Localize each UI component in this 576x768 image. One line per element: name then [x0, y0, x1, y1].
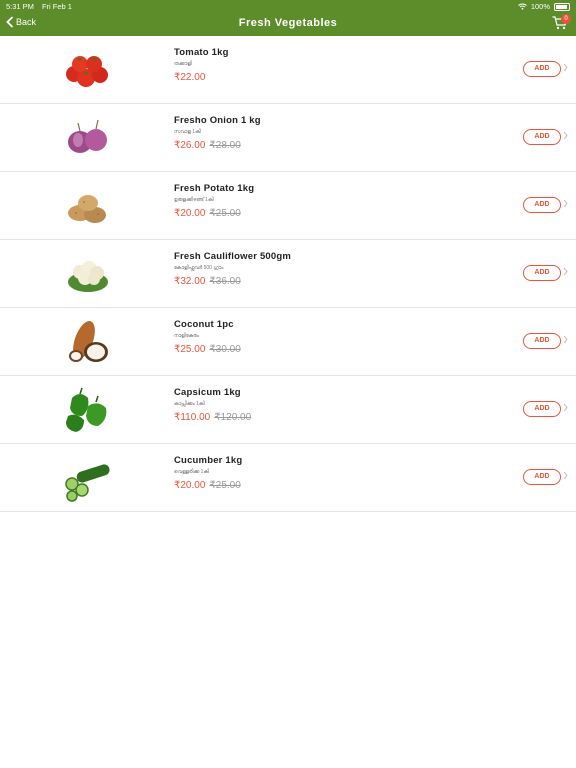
- status-bar-left: 5:31 PM Fri Feb 1: [6, 2, 72, 11]
- mrp-value: ₹28.00: [209, 140, 241, 151]
- cauliflower-image: [68, 261, 108, 292]
- product-row-coconut[interactable]: Coconut 1pc നാളികേരം ₹25.00 ₹30.00 ADD: [0, 308, 576, 376]
- price-value: ₹20.00: [174, 208, 206, 219]
- product-local-name: കോളിഫ്ലവർ 500 ഗ്രാം: [174, 265, 224, 271]
- product-name: Capsicum 1kg: [174, 387, 241, 398]
- product-row-potato[interactable]: Fresh Potato 1kg ഉരുളക്കിഴങ്ങ് 1കി ₹20.0…: [0, 172, 576, 240]
- price-value: ₹110.00: [174, 412, 211, 423]
- product-price: ₹22.00: [174, 72, 209, 83]
- wifi-icon: [517, 3, 527, 10]
- chevron-right-icon[interactable]: [563, 131, 568, 140]
- product-row-cauliflower[interactable]: Fresh Cauliflower 500gm കോളിഫ്ലവർ 500 ഗ്…: [0, 240, 576, 308]
- chevron-right-icon[interactable]: [563, 335, 568, 344]
- product-name: Fresho Onion 1 kg: [174, 115, 261, 126]
- cucumber-image: [65, 464, 110, 502]
- price-value: ₹22.00: [174, 72, 206, 83]
- chevron-right-icon[interactable]: [563, 199, 568, 208]
- chevron-right-icon[interactable]: [563, 267, 568, 276]
- onion-image: [68, 119, 107, 153]
- add-button[interactable]: ADD: [523, 401, 561, 417]
- product-local-name: സവാള 1കി: [174, 129, 201, 135]
- product-list: Tomato 1kg തക്കാളി ₹22.00 ADD Fresho Oni…: [0, 36, 576, 512]
- status-date: Fri Feb 1: [41, 2, 72, 11]
- mrp-value: ₹30.00: [209, 344, 241, 355]
- price-value: ₹26.00: [174, 140, 206, 151]
- status-time: 5:31 PM: [6, 2, 34, 11]
- product-row-capsicum[interactable]: Capsicum 1kg കാപ്സിക്കം 1കി ₹110.00 ₹120…: [0, 376, 576, 444]
- add-button[interactable]: ADD: [523, 265, 561, 281]
- cart-count-badge: 0: [561, 14, 571, 24]
- coconut-image: [69, 320, 108, 362]
- tomato-image: [66, 56, 108, 87]
- price-value: ₹25.00: [174, 344, 206, 355]
- chevron-right-icon[interactable]: [563, 471, 568, 480]
- product-local-name: ഉരുളക്കിഴങ്ങ് 1കി: [174, 197, 214, 203]
- price-value: ₹32.00: [174, 276, 206, 287]
- add-button[interactable]: ADD: [523, 197, 561, 213]
- potato-image: [68, 195, 106, 223]
- add-button[interactable]: ADD: [523, 61, 561, 77]
- add-button[interactable]: ADD: [523, 469, 561, 485]
- product-price: ₹110.00 ₹120.00: [174, 412, 251, 423]
- product-row-cucumber[interactable]: Cucumber 1kg വെള്ളരിക്ക 1കി ₹20.00 ₹25.0…: [0, 444, 576, 512]
- product-local-name: നാളികേരം: [174, 333, 199, 339]
- status-bar-right: 100%: [517, 2, 570, 11]
- chevron-right-icon[interactable]: [563, 63, 568, 72]
- product-name: Coconut 1pc: [174, 319, 234, 330]
- capsicum-image: [66, 387, 107, 432]
- product-name: Tomato 1kg: [174, 47, 229, 58]
- add-button[interactable]: ADD: [523, 129, 561, 145]
- mrp-value: ₹25.00: [209, 208, 241, 219]
- product-price: ₹25.00 ₹30.00: [174, 344, 241, 355]
- mrp-value: ₹120.00: [214, 412, 252, 423]
- product-name: Fresh Cauliflower 500gm: [174, 251, 292, 262]
- product-price: ₹20.00 ₹25.00: [174, 480, 241, 491]
- mrp-value: ₹25.00: [209, 480, 241, 491]
- app-header: 5:31 PM Fri Feb 1 100% Back Fresh Vegeta…: [0, 0, 576, 36]
- battery-percent: 100%: [530, 2, 550, 11]
- product-price: ₹32.00 ₹36.00: [174, 276, 241, 287]
- product-price: ₹20.00 ₹25.00: [174, 208, 241, 219]
- page-title: Fresh Vegetables: [238, 17, 338, 29]
- product-price: ₹26.00 ₹28.00: [174, 140, 241, 151]
- battery-icon: [554, 2, 570, 11]
- price-value: ₹20.00: [174, 480, 206, 491]
- chevron-right-icon[interactable]: [563, 403, 568, 412]
- add-button[interactable]: ADD: [523, 333, 561, 349]
- product-name: Cucumber 1kg: [174, 455, 243, 466]
- product-row-onion[interactable]: Fresho Onion 1 kg സവാള 1കി ₹26.00 ₹28.00…: [0, 104, 576, 172]
- product-local-name: കാപ്സിക്കം 1കി: [174, 401, 205, 407]
- product-row-tomato[interactable]: Tomato 1kg തക്കാളി ₹22.00 ADD: [0, 36, 576, 104]
- product-local-name: വെള്ളരിക്ക 1കി: [174, 469, 210, 475]
- product-local-name: തക്കാളി: [174, 61, 192, 67]
- mrp-value: ₹36.00: [209, 276, 241, 287]
- product-name: Fresh Potato 1kg: [174, 183, 255, 194]
